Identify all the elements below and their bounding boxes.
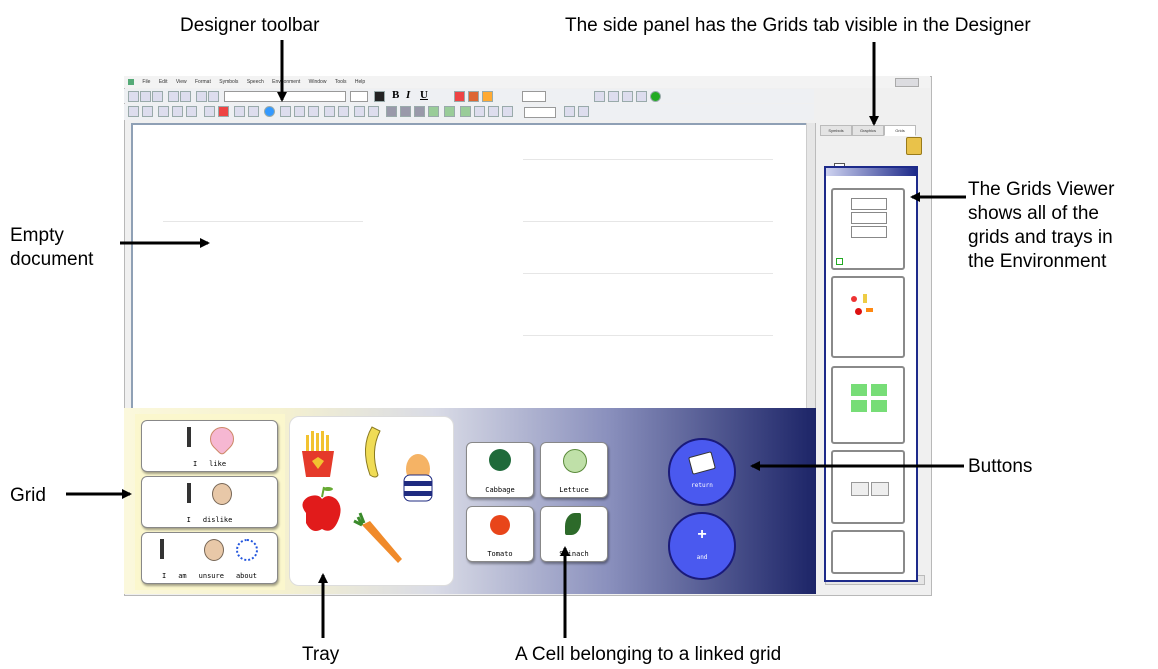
callout-arrows — [66, 40, 966, 638]
